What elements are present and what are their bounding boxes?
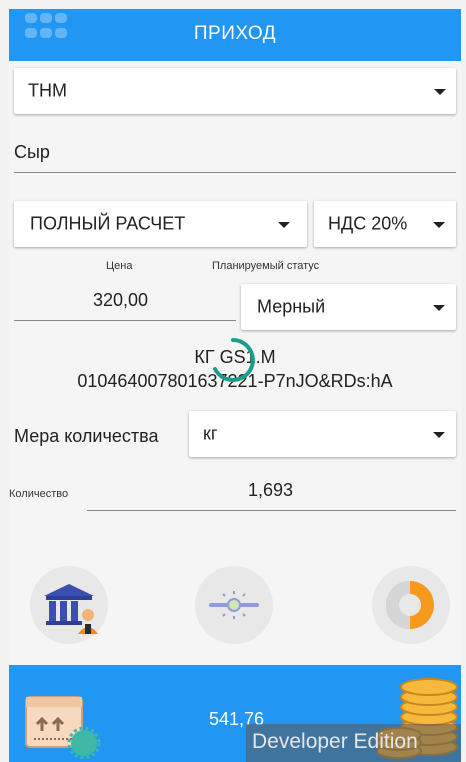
unit-measure-select[interactable]: кг: [189, 411, 456, 457]
price-label: Цена: [106, 260, 133, 272]
chevron-down-icon: [433, 432, 445, 438]
bank-user-button[interactable]: [30, 566, 108, 644]
product-name-underline: [14, 172, 456, 173]
vat-value: НДС 20%: [328, 213, 408, 234]
planned-status-label: Планируемый статус: [212, 260, 320, 272]
chevron-down-icon: [434, 89, 446, 95]
chevron-down-icon: [433, 222, 445, 228]
organization-value: ТНМ: [28, 80, 67, 101]
price-underline: [14, 320, 236, 321]
product-name-field[interactable]: Сыр: [14, 142, 50, 163]
price-input[interactable]: 320,00: [93, 290, 148, 311]
developer-edition-watermark: Developer Edition: [246, 724, 461, 762]
page-title: ПРИХОД: [193, 23, 277, 44]
loading-spinner-icon: [213, 338, 255, 382]
organization-select[interactable]: ТНМ: [14, 68, 456, 114]
chevron-down-icon: [278, 222, 290, 228]
quantity-underline: [87, 510, 456, 511]
app-screen: ПРИХОД ТНМ Сыр ПОЛНЫЙ РАСЧЕТ НДС 20% Цен…: [9, 9, 461, 762]
planned-status-value: Мерный: [257, 296, 326, 317]
payment-type-select[interactable]: ПОЛНЫЙ РАСЧЕТ: [14, 201, 307, 247]
quantity-label: Количество: [9, 488, 69, 500]
top-app-bar: ПРИХОД: [9, 9, 461, 61]
pie-chart-icon: [386, 581, 434, 629]
unit-measure-value: кг: [203, 423, 218, 444]
chevron-down-icon: [433, 305, 445, 311]
payment-type-value: ПОЛНЫЙ РАСЧЕТ: [30, 213, 186, 234]
scanner-button[interactable]: [195, 566, 273, 644]
unit-measure-label: Мера количества: [14, 426, 159, 446]
pie-chart-button[interactable]: [372, 566, 450, 644]
scanner-icon: [209, 591, 259, 619]
quantity-input[interactable]: 1,693: [248, 480, 293, 501]
box-upload-icon[interactable]: [22, 689, 102, 759]
bank-user-icon: [44, 584, 98, 634]
planned-status-select[interactable]: Мерный: [241, 284, 456, 330]
vat-select[interactable]: НДС 20%: [314, 201, 456, 247]
